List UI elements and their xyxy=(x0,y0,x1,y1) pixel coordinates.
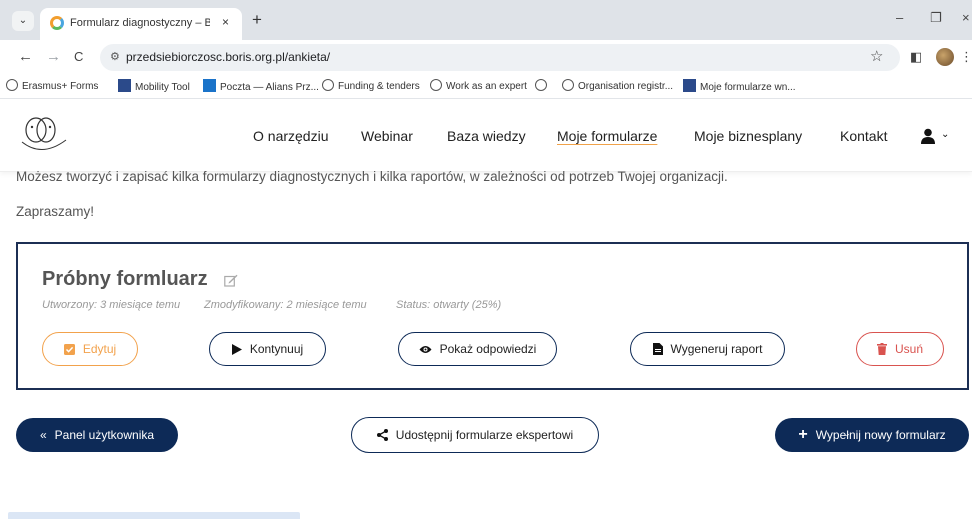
globe-icon xyxy=(562,79,574,91)
nav-o-narzedziu[interactable]: O narzędziu xyxy=(253,128,328,144)
bookmark-poczta[interactable]: Poczta — Alians Prz... xyxy=(203,79,319,93)
user-panel-label: Panel użytkownika xyxy=(54,428,155,442)
chevron-down-icon[interactable]: ⌄ xyxy=(941,129,949,140)
bookmark-funding-tenders[interactable]: Funding & tenders xyxy=(322,79,420,92)
tab-close-icon[interactable]: × xyxy=(222,15,229,29)
url-text: przedsiebiorczosc.boris.org.pl/ankieta/ xyxy=(126,50,331,64)
bookmark-star-icon[interactable]: ☆ xyxy=(870,47,883,65)
window-close-button[interactable]: × xyxy=(962,10,970,25)
tab-title: Formularz diagnostyczny – BOR xyxy=(70,17,210,29)
nav-baza-wiedzy[interactable]: Baza wiedzy xyxy=(447,128,526,144)
site-info-icon[interactable]: ⚙ xyxy=(110,50,120,63)
nav-moje-biznesplany[interactable]: Moje biznesplany xyxy=(694,128,802,144)
bookmark-unnamed[interactable] xyxy=(535,79,551,92)
share-with-expert-label: Udostępnij formularze ekspertowi xyxy=(395,428,574,442)
site-favicon-icon xyxy=(50,16,64,30)
eye-icon xyxy=(419,345,432,353)
edit-title-icon[interactable] xyxy=(224,274,238,287)
window-minimize-button[interactable]: – xyxy=(896,10,903,25)
new-form-label: Wypełnij nowy formularz xyxy=(815,428,946,442)
new-form-button[interactable]: + Wypełnij nowy formularz xyxy=(775,418,969,452)
nav-kontakt[interactable]: Kontakt xyxy=(840,128,887,144)
globe-icon xyxy=(535,79,547,91)
invite-text: Zapraszamy! xyxy=(16,204,95,219)
eu-icon xyxy=(118,79,131,92)
share-icon xyxy=(376,429,388,441)
globe-icon xyxy=(322,79,334,91)
intro-text: Możesz tworzyć i zapisać kilka formularz… xyxy=(16,169,728,184)
share-with-expert-button[interactable]: Udostępnij formularze ekspertowi xyxy=(351,417,599,453)
browser-tab-strip: ⌄ Formularz diagnostyczny – BOR × + – ❐ … xyxy=(0,0,972,40)
modified-date: Zmodyfikowany: 2 miesiące temu xyxy=(204,299,367,311)
site-header: O narzędziu Webinar Baza wiedzy Moje for… xyxy=(0,100,972,172)
show-answers-label: Pokaż odpowiedzi xyxy=(439,342,537,356)
form-card: Próbny formluarz Utworzony: 3 miesiące t… xyxy=(16,242,969,390)
edit-check-icon xyxy=(63,343,75,355)
boris-logo[interactable] xyxy=(16,112,74,162)
form-status: Status: otwarty (25%) xyxy=(396,299,502,311)
play-icon xyxy=(231,343,242,355)
generate-report-button[interactable]: Wygeneruj raport xyxy=(630,332,785,366)
user-icon[interactable] xyxy=(920,128,936,144)
bookmarks-bar: Erasmus+ Forms Mobility Tool Poczta — Al… xyxy=(0,74,972,99)
bookmark-mobility-tool[interactable]: Mobility Tool xyxy=(118,79,190,93)
nav-moje-formularze[interactable]: Moje formularze xyxy=(557,128,657,144)
window-restore-button[interactable]: ❐ xyxy=(930,10,942,26)
edit-button-label: Edytuj xyxy=(82,342,117,356)
outlook-icon xyxy=(203,79,216,92)
new-tab-button[interactable]: + xyxy=(252,10,262,30)
address-bar[interactable]: ⚙ przedsiebiorczosc.boris.org.pl/ankieta… xyxy=(100,44,900,71)
plus-icon: + xyxy=(798,426,808,443)
bookmark-organisation-registration[interactable]: Organisation registr... xyxy=(562,79,673,92)
edit-button[interactable]: Edytuj xyxy=(42,332,138,366)
forward-button[interactable]: → xyxy=(46,48,61,65)
double-chevron-left-icon: « xyxy=(39,428,47,442)
footer-strip xyxy=(8,512,300,519)
bookmark-erasmus-forms[interactable]: Erasmus+ Forms xyxy=(6,79,98,92)
user-panel-button[interactable]: « Panel użytkownika xyxy=(16,418,178,452)
continue-button-label: Kontynuuj xyxy=(249,342,304,356)
document-icon xyxy=(652,343,663,355)
delete-button[interactable]: Usuń xyxy=(856,332,944,366)
form-title: Próbny formluarz xyxy=(42,268,208,290)
eu-icon xyxy=(683,79,696,92)
delete-button-label: Usuń xyxy=(894,342,923,356)
nav-webinar[interactable]: Webinar xyxy=(361,128,413,144)
globe-icon xyxy=(430,79,442,91)
continue-button[interactable]: Kontynuuj xyxy=(209,332,326,366)
reload-button[interactable]: C xyxy=(74,49,83,64)
tab-search-button[interactable]: ⌄ xyxy=(12,11,34,31)
profile-avatar[interactable] xyxy=(936,48,954,66)
browser-toolbar: ← → C ⚙ przedsiebiorczosc.boris.org.pl/a… xyxy=(0,40,972,74)
generate-report-label: Wygeneruj raport xyxy=(670,342,763,356)
browser-tab-active[interactable]: Formularz diagnostyczny – BOR × xyxy=(40,8,242,40)
created-date: Utworzony: 3 miesiące temu xyxy=(42,299,181,311)
globe-icon xyxy=(6,79,18,91)
trash-icon xyxy=(876,343,887,355)
side-panel-icon[interactable]: ◧ xyxy=(910,49,922,65)
menu-icon[interactable]: ⋮ xyxy=(960,49,972,65)
show-answers-button[interactable]: Pokaż odpowiedzi xyxy=(398,332,557,366)
bookmark-work-as-expert[interactable]: Work as an expert xyxy=(430,79,527,92)
bookmark-moje-formularze[interactable]: Moje formularze wn... xyxy=(683,79,796,93)
back-button[interactable]: ← xyxy=(18,48,33,65)
